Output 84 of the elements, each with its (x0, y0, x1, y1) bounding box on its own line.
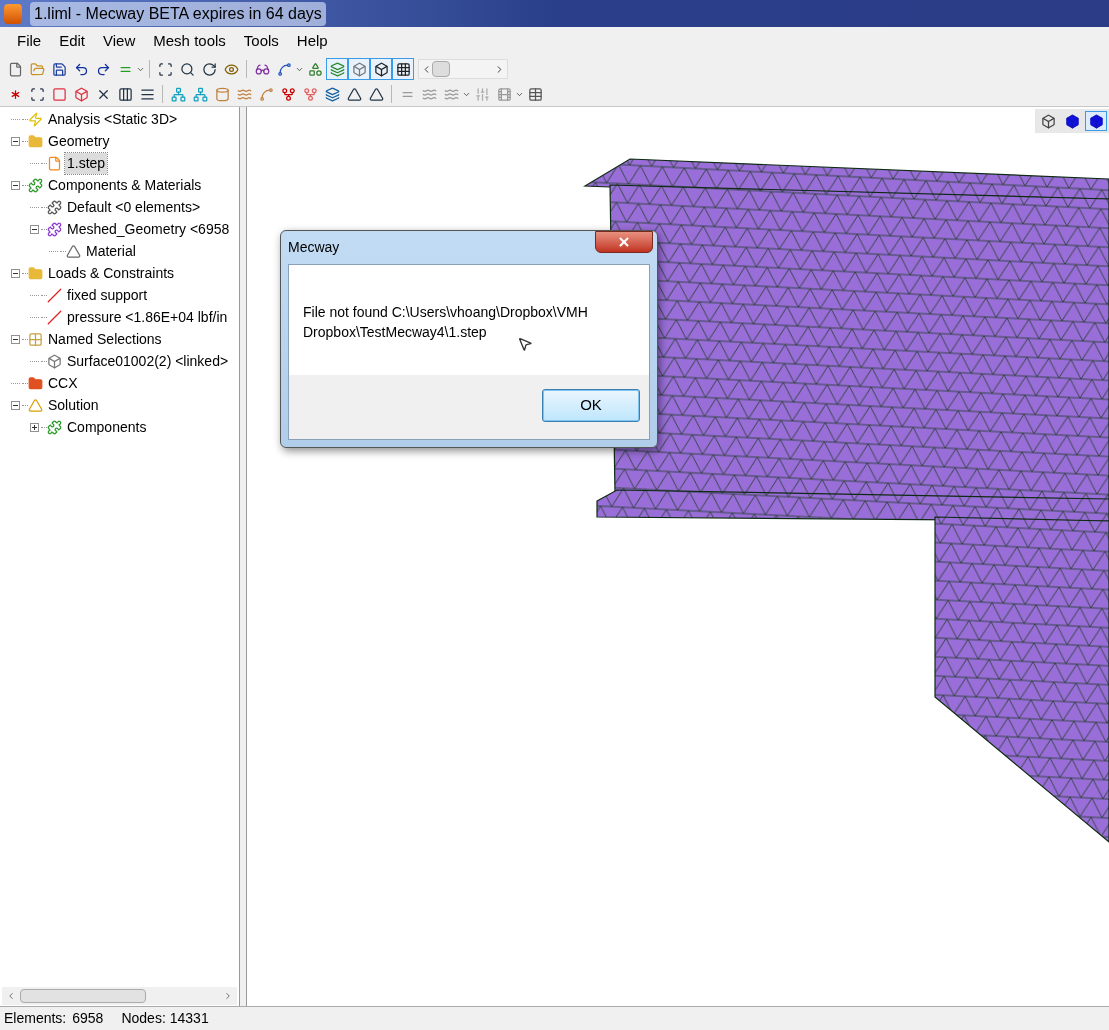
sliders-icon (474, 86, 490, 102)
material-wedge-icon (66, 243, 81, 259)
expand-toggle[interactable] (29, 422, 39, 432)
scroll-thumb[interactable] (432, 61, 450, 77)
curve-icon (276, 61, 292, 77)
columns-icon (117, 86, 133, 102)
square-icon (51, 86, 67, 102)
status-label: Nodes: (121, 1009, 166, 1028)
film-icon (496, 86, 512, 102)
solid-box-tool-button[interactable] (348, 58, 370, 80)
menu-item[interactable]: Tools (234, 30, 288, 53)
mesh-triangle-icon (346, 86, 362, 102)
cube-icon (47, 353, 62, 369)
eye-icon (223, 61, 239, 77)
folder-icon (28, 265, 43, 281)
undo-icon (73, 61, 89, 77)
save-icon (51, 61, 67, 77)
zoom-fit-icon (157, 61, 173, 77)
folder-icon (29, 61, 45, 77)
nodes-curve-icon (192, 86, 208, 102)
puzzle-icon (47, 199, 62, 215)
tree-item[interactable]: 1.step (65, 152, 108, 174)
collapse-toggle[interactable] (10, 268, 20, 278)
cube-icon (73, 86, 89, 102)
shapes-icon (307, 61, 323, 77)
wireframe-box-tool-button[interactable] (370, 58, 392, 80)
list-icon (139, 86, 155, 102)
menu-item[interactable]: View (94, 30, 145, 53)
nodes-link-icon (170, 86, 186, 102)
status-value: 14331 (169, 1009, 209, 1028)
layers-icon (329, 61, 345, 77)
layer-arrow-icon (324, 86, 340, 102)
node-points-icon (302, 86, 318, 102)
layers-tool-button[interactable] (326, 58, 348, 80)
cursor-icon (517, 336, 533, 352)
wireframe-box-icon (373, 61, 389, 77)
menu-item[interactable]: Mesh tools (144, 30, 235, 53)
horizontal-scrollbar[interactable] (2, 987, 237, 1005)
lightning-icon (28, 111, 43, 127)
triangle-icon (368, 86, 384, 102)
new-file-icon (7, 61, 23, 77)
cube-icon (1088, 113, 1104, 129)
menu-item[interactable]: Edit (50, 30, 95, 53)
ok-button[interactable]: OK (542, 389, 640, 422)
view-mode-button[interactable] (1085, 111, 1107, 131)
status-value: 6958 (72, 1009, 104, 1028)
triangle-icon (28, 397, 43, 413)
curve-icon (258, 86, 274, 102)
error-message: File not found C:\Users\vhoang\Dropbox\VMH Dropbox\TestMecway4\1.step (303, 303, 589, 342)
puzzle-icon (28, 177, 43, 193)
scroll-thumb[interactable] (20, 989, 146, 1003)
file-icon (47, 155, 62, 171)
collapse-toggle[interactable] (29, 224, 39, 234)
close-button[interactable] (595, 231, 653, 253)
mesh-box-icon (395, 61, 411, 77)
table-icon (527, 86, 543, 102)
cube-icon (1064, 113, 1080, 129)
collapse-toggle[interactable] (10, 136, 20, 146)
fork-icon (280, 86, 296, 102)
window-title: 1.liml - Mecway BETA expires in 64 days (30, 1, 326, 26)
status-label: Elements: (4, 1009, 67, 1028)
collapse-toggle[interactable] (10, 334, 20, 344)
solid-box-icon (351, 61, 367, 77)
rotate-icon (201, 61, 217, 77)
cylinder-icon (214, 86, 230, 102)
app-logo-icon (4, 3, 22, 24)
mesh-box-tool-button[interactable] (392, 58, 414, 80)
model-viewport[interactable]: Mecway File not found C:\Users\vhoang\Dropbox\VMH Dropbox\TestMecway4\1.step OK (246, 107, 1109, 1006)
puzzle-icon (47, 419, 62, 435)
cube-icon (1040, 113, 1056, 129)
collapse-toggle[interactable] (10, 400, 20, 410)
collapse-toggle[interactable] (10, 180, 20, 190)
search-icon (179, 61, 195, 77)
slider-scrollbar[interactable] (418, 59, 508, 79)
select-box-icon (29, 86, 45, 102)
dialog-title: Mecway (288, 238, 340, 257)
grid-icon (28, 331, 43, 347)
menu-item[interactable]: Help (287, 30, 337, 53)
folder-icon (28, 375, 43, 391)
redo-icon (95, 61, 111, 77)
close-icon (617, 235, 631, 249)
puzzle-icon (47, 221, 62, 237)
folder-icon (28, 133, 43, 149)
menu-item[interactable]: File (8, 30, 51, 53)
